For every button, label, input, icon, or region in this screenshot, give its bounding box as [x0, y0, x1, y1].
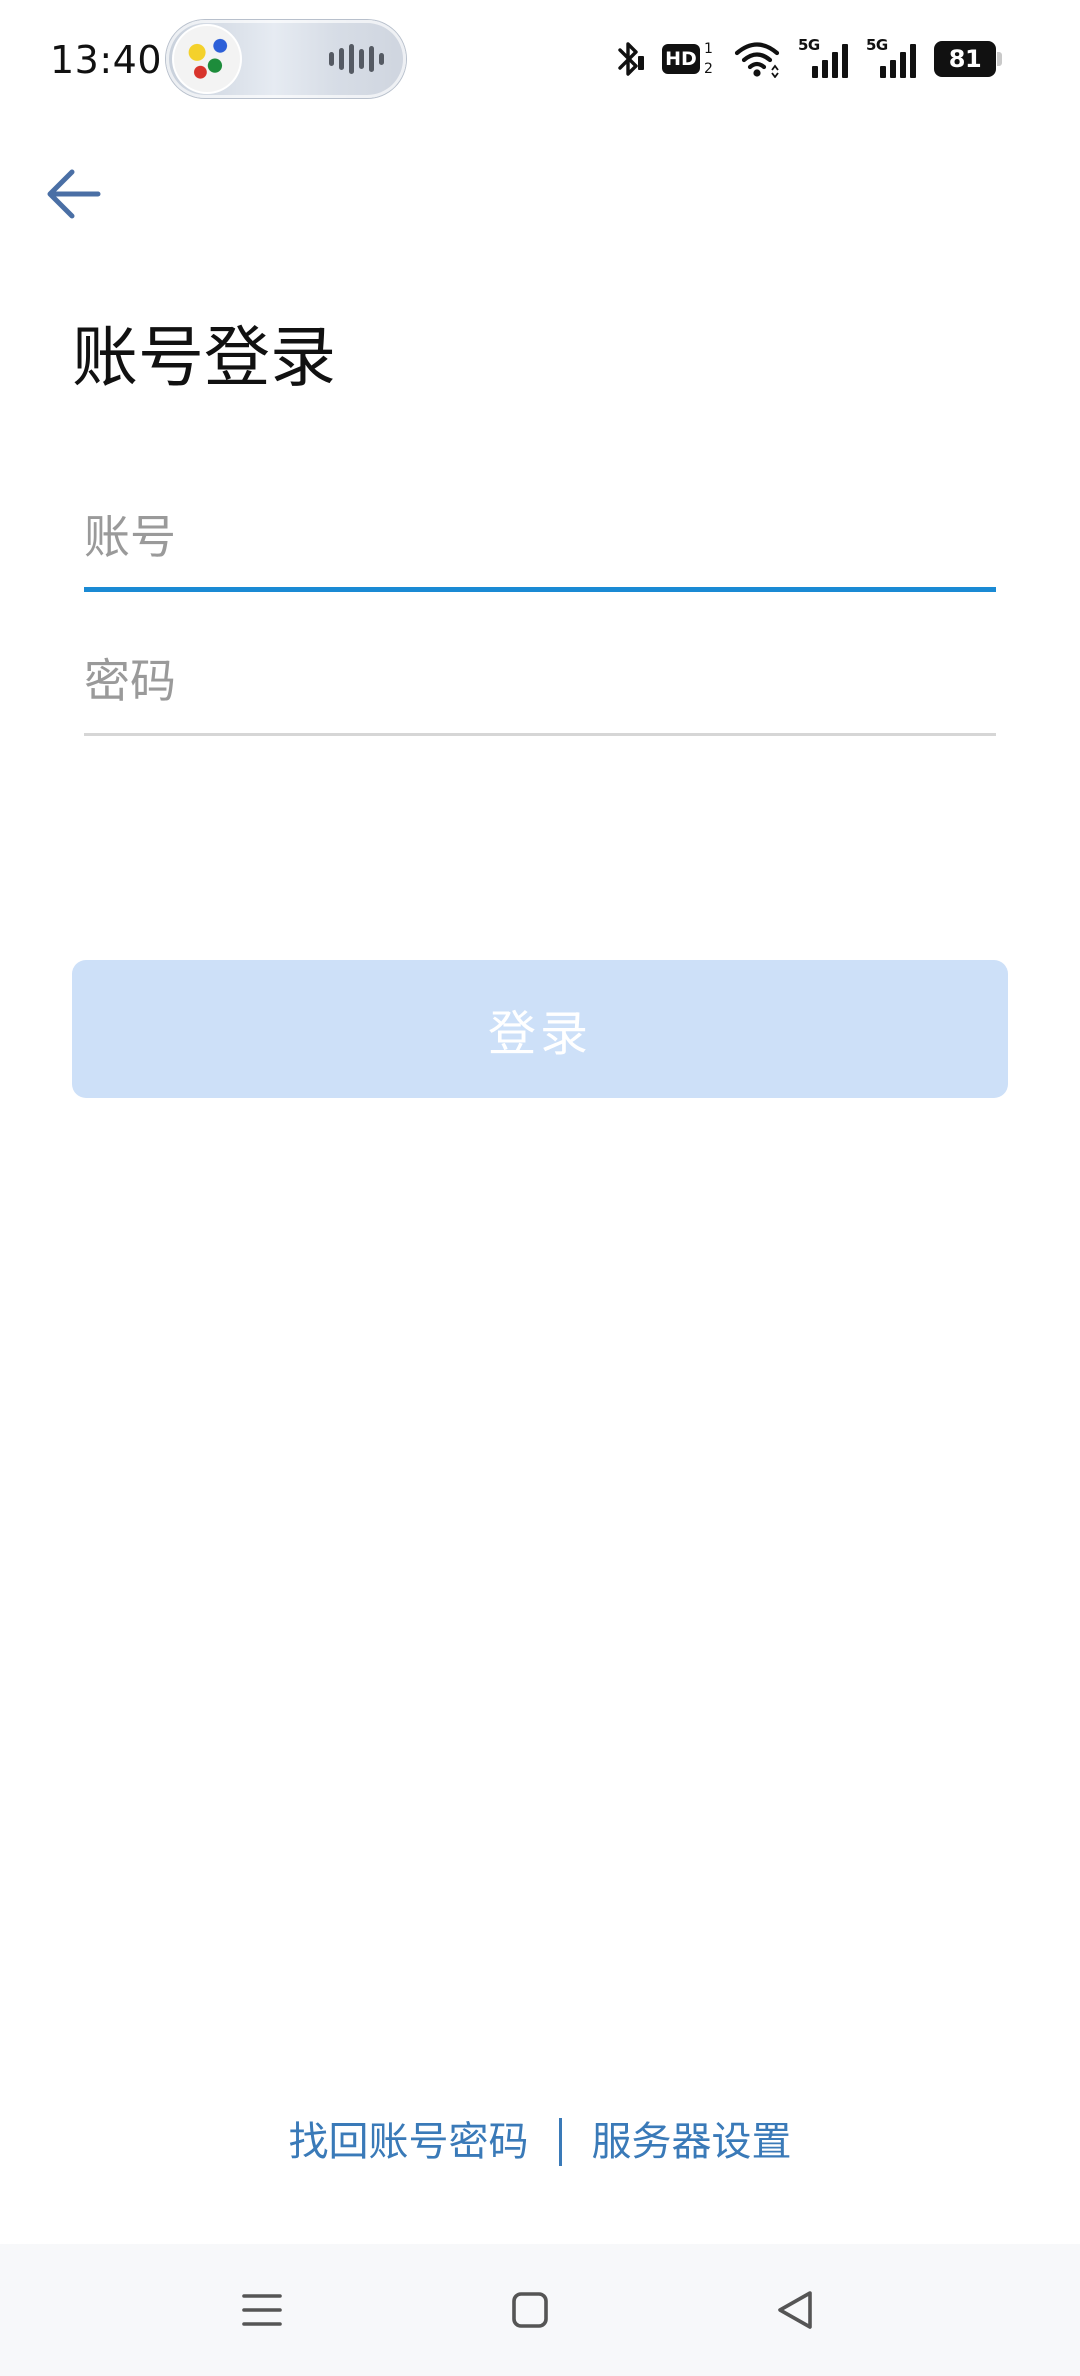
recover-account-link[interactable]: 找回账号密码	[289, 2110, 529, 2174]
media-playback-pill[interactable]	[166, 20, 406, 98]
bluetooth-icon	[618, 42, 644, 76]
status-icons: HD 1 2 5G 5G 81	[614, 36, 1002, 82]
server-settings-link[interactable]: 服务器设置	[592, 2110, 792, 2174]
password-field	[84, 626, 996, 736]
account-input[interactable]	[84, 482, 996, 592]
triangle-back-icon	[778, 2291, 812, 2329]
system-navigation-bar	[0, 2244, 1080, 2376]
cellular-signal-icon-1: 5G	[798, 36, 848, 78]
account-field	[84, 482, 996, 592]
nav-menu-button[interactable]	[222, 2270, 302, 2350]
login-button[interactable]: 登录	[72, 960, 1008, 1098]
nav-back-button[interactable]	[756, 2270, 836, 2350]
home-square-icon	[512, 2292, 548, 2328]
footer-links: 找回账号密码 服务器设置	[0, 2110, 1080, 2174]
battery-level: 81	[934, 41, 996, 77]
cellular-signal-icon-2: 5G	[866, 36, 916, 78]
audio-wave-icon	[329, 44, 384, 74]
arrow-left-icon	[47, 169, 101, 219]
battery-icon: 81	[934, 41, 1002, 77]
password-input[interactable]	[84, 626, 996, 736]
media-album-art	[174, 26, 240, 92]
account-underline	[84, 587, 996, 592]
password-underline	[84, 733, 996, 736]
menu-icon	[242, 2294, 282, 2326]
page-title: 账号登录	[72, 319, 336, 396]
back-button[interactable]	[38, 158, 110, 230]
status-bar: 13:40 HD 1 2 5G 5G 81	[0, 0, 1080, 118]
wifi-icon	[734, 42, 780, 78]
hd-voice-icon: HD 1 2	[662, 41, 716, 77]
link-divider	[558, 2118, 562, 2166]
status-time: 13:40	[50, 38, 163, 82]
nav-home-button[interactable]	[490, 2270, 570, 2350]
